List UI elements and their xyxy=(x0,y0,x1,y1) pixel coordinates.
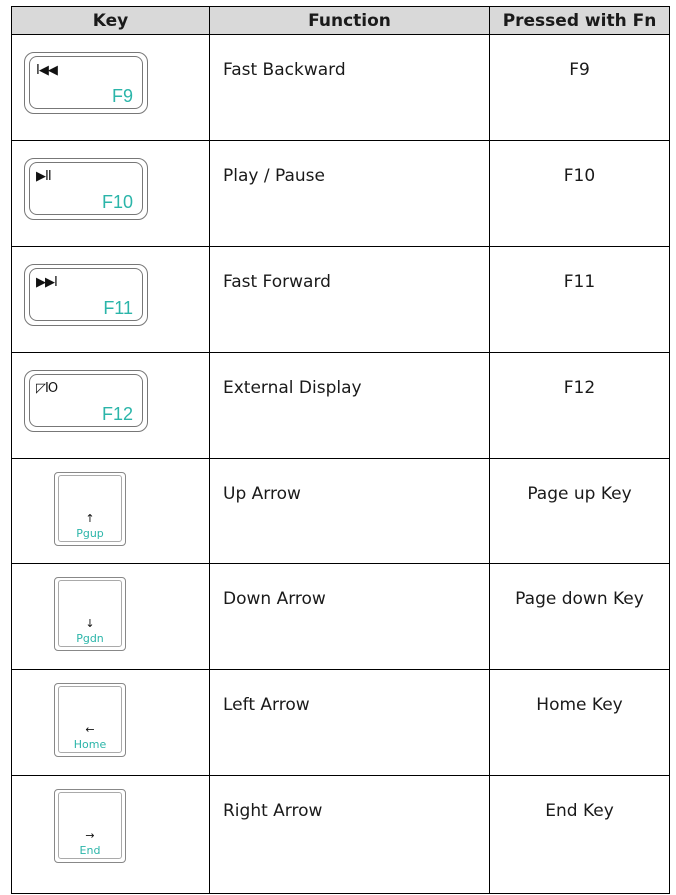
fn-cell: Page down Key xyxy=(489,563,670,671)
keycap-pgdn: ↓ Pgdn xyxy=(54,577,126,652)
fast-forward-icon: ▶▶I xyxy=(36,274,58,290)
fn-key-table: Key Function Pressed with Fn I◀◀ F9 Fast… xyxy=(11,6,670,894)
keycap-label: F10 xyxy=(101,191,133,212)
left-arrow-icon: ← xyxy=(85,723,95,737)
keycap-f10: ▶II F10 xyxy=(24,157,148,220)
keycap-f9: I◀◀ F9 xyxy=(24,52,148,114)
function-cell: Fast Forward xyxy=(209,245,490,353)
keycap-label: F11 xyxy=(103,297,133,318)
key-cell: ← Home xyxy=(11,669,210,777)
table-row: ↑ Pgup Up Arrow Page up Key xyxy=(11,457,670,565)
right-arrow-icon: → xyxy=(85,829,95,843)
table-header-row: Key Function Pressed with Fn xyxy=(11,6,670,35)
table-row: ↓ Pgdn Down Arrow Page down Key xyxy=(11,563,670,671)
fn-cell: F10 xyxy=(489,139,670,247)
fn-cell: F9 xyxy=(489,34,670,141)
function-cell: Left Arrow xyxy=(209,669,490,777)
keycap-pgup: ↑ Pgup xyxy=(54,471,126,546)
key-cell: ◸ⅠO F12 xyxy=(11,351,210,459)
keycap-end: → End xyxy=(54,789,126,864)
keycap-label: Home xyxy=(73,738,107,752)
key-cell: ↑ Pgup xyxy=(11,457,210,565)
header-function: Function xyxy=(209,6,490,35)
keycap-label: Pgdn xyxy=(76,632,104,646)
table-row: ▶II F10 Play / Pause F10 xyxy=(11,139,670,247)
function-cell: Fast Backward xyxy=(209,34,490,141)
function-cell: Up Arrow xyxy=(209,457,490,565)
keycap-label: F9 xyxy=(111,86,133,106)
play-pause-icon: ▶II xyxy=(36,168,52,184)
external-display-icon: ◸ⅠO xyxy=(36,380,58,396)
function-cell: Down Arrow xyxy=(209,563,490,671)
function-cell: Play / Pause xyxy=(209,139,490,247)
table-row: → End Right Arrow End Key xyxy=(11,775,670,894)
fn-cell: F11 xyxy=(489,245,670,353)
fn-cell: Home Key xyxy=(489,669,670,777)
key-cell: → End xyxy=(11,775,210,894)
fast-backward-icon: I◀◀ xyxy=(36,63,58,78)
function-cell: External Display xyxy=(209,351,490,459)
keycap-label: End xyxy=(79,844,101,858)
down-arrow-icon: ↓ xyxy=(85,617,95,631)
up-arrow-icon: ↑ xyxy=(85,511,95,525)
fn-cell: F12 xyxy=(489,351,670,459)
key-cell: ▶II F10 xyxy=(11,139,210,247)
fn-cell: Page up Key xyxy=(489,457,670,565)
key-cell: I◀◀ F9 xyxy=(11,34,210,141)
table-row: ▶▶I F11 Fast Forward F11 xyxy=(11,245,670,353)
keycap-home: ← Home xyxy=(54,683,126,758)
fn-cell: End Key xyxy=(489,775,670,894)
table-row: ◸ⅠO F12 External Display F12 xyxy=(11,351,670,459)
function-cell: Right Arrow xyxy=(209,775,490,894)
table-row: ← Home Left Arrow Home Key xyxy=(11,669,670,777)
keycap-f12: ◸ⅠO F12 xyxy=(24,369,148,432)
table-row: I◀◀ F9 Fast Backward F9 xyxy=(11,34,670,141)
keycap-f11: ▶▶I F11 xyxy=(24,263,148,326)
keycap-label: Pgup xyxy=(76,526,104,540)
keycap-label: F12 xyxy=(101,403,133,424)
header-fn: Pressed with Fn xyxy=(489,6,670,35)
key-cell: ↓ Pgdn xyxy=(11,563,210,671)
header-key: Key xyxy=(11,6,210,35)
key-cell: ▶▶I F11 xyxy=(11,245,210,353)
